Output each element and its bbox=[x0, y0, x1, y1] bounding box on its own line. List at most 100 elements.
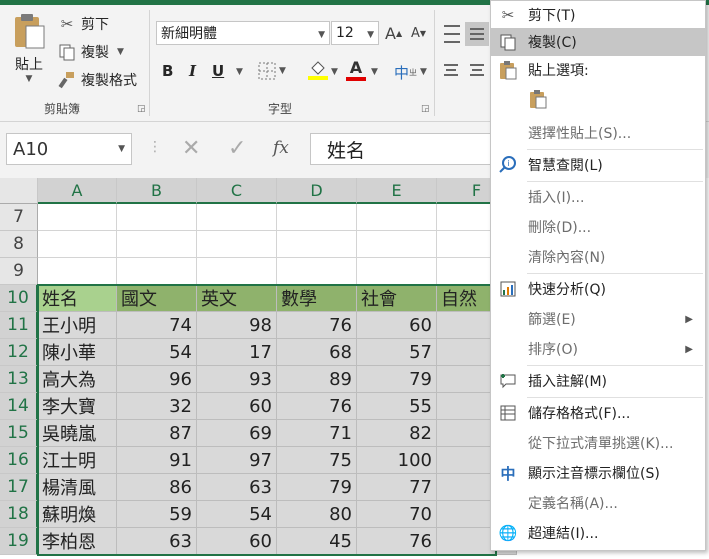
menu-item-10[interactable]: 快速分析(Q) bbox=[491, 275, 705, 303]
row-header[interactable]: 10 bbox=[0, 285, 38, 312]
enter-icon[interactable]: ✓ bbox=[228, 136, 246, 161]
table-cell[interactable] bbox=[197, 204, 277, 231]
table-cell[interactable]: 91 bbox=[117, 447, 197, 474]
row-header[interactable]: 11 bbox=[0, 312, 38, 339]
font-name-select[interactable]: 新細明體 ▼ bbox=[156, 21, 330, 45]
table-cell[interactable] bbox=[38, 258, 117, 285]
table-cell[interactable] bbox=[277, 258, 357, 285]
borders-button[interactable]: ▼ bbox=[258, 62, 286, 80]
decrease-font-button[interactable]: A ▼ bbox=[411, 26, 426, 41]
menu-item-16[interactable]: 中顯示注音標示欄位(S) bbox=[491, 459, 705, 487]
table-cell[interactable]: 蘇明煥 bbox=[38, 501, 117, 528]
select-all-corner[interactable] bbox=[0, 178, 38, 204]
menu-item-13[interactable]: 插入註解(M) bbox=[491, 367, 705, 395]
table-cell[interactable]: 32 bbox=[117, 393, 197, 420]
table-cell[interactable] bbox=[357, 231, 437, 258]
table-cell[interactable]: 69 bbox=[197, 420, 277, 447]
table-cell[interactable]: 李柏恩 bbox=[38, 528, 117, 555]
name-box[interactable]: A10 ▼ bbox=[6, 133, 132, 165]
header-cell[interactable]: 英文 bbox=[197, 285, 277, 312]
table-cell[interactable]: 80 bbox=[277, 501, 357, 528]
table-cell[interactable]: 98 bbox=[197, 312, 277, 339]
column-header-c[interactable]: C bbox=[197, 178, 277, 204]
dialog-launcher-icon[interactable]: ◲ bbox=[421, 104, 430, 114]
table-cell[interactable]: 87 bbox=[117, 420, 197, 447]
header-cell[interactable]: 國文 bbox=[117, 285, 197, 312]
row-header[interactable]: 16 bbox=[0, 447, 38, 474]
table-cell[interactable]: 100 bbox=[357, 447, 437, 474]
table-cell[interactable] bbox=[197, 258, 277, 285]
menu-item-18[interactable]: 🌐 超連結(I)... bbox=[491, 519, 705, 547]
row-header[interactable]: 19 bbox=[0, 528, 38, 555]
menu-item-2[interactable]: 複製(C) bbox=[491, 28, 705, 56]
menu-item-14[interactable]: 儲存格格式(F)... bbox=[491, 399, 705, 427]
menu-item-9[interactable]: 清除內容(N) bbox=[491, 243, 705, 271]
table-cell[interactable]: 97 bbox=[197, 447, 277, 474]
table-cell[interactable] bbox=[357, 204, 437, 231]
table-cell[interactable]: 63 bbox=[197, 474, 277, 501]
insert-function-button[interactable]: fx bbox=[273, 138, 289, 158]
table-cell[interactable] bbox=[117, 204, 197, 231]
row-header[interactable]: 12 bbox=[0, 339, 38, 366]
menu-item-15[interactable]: 從下拉式清單挑選(K)... bbox=[491, 429, 705, 457]
table-cell[interactable]: 77 bbox=[357, 474, 437, 501]
cancel-icon[interactable]: ✕ bbox=[182, 136, 200, 161]
table-cell[interactable]: 79 bbox=[357, 366, 437, 393]
menu-item-8[interactable]: 刪除(D)... bbox=[491, 213, 705, 241]
phonetic-button[interactable]: 中ㄓ bbox=[394, 62, 417, 83]
cut-button[interactable]: ✂ 剪下 bbox=[58, 13, 109, 35]
fill-color-button[interactable] bbox=[308, 60, 328, 80]
table-cell[interactable]: 60 bbox=[197, 528, 277, 555]
table-cell[interactable]: 54 bbox=[117, 339, 197, 366]
table-cell[interactable]: 陳小華 bbox=[38, 339, 117, 366]
column-header-a[interactable]: A bbox=[38, 178, 117, 204]
row-header[interactable]: 13 bbox=[0, 366, 38, 393]
font-color-button[interactable]: A bbox=[346, 58, 366, 81]
chevron-down-icon[interactable]: ▼ bbox=[236, 67, 243, 77]
underline-button[interactable]: U bbox=[212, 62, 224, 80]
menu-item-6[interactable]: i 智慧查閱(L) bbox=[491, 151, 705, 179]
table-cell[interactable]: 89 bbox=[277, 366, 357, 393]
font-size-select[interactable]: 12 ▼ bbox=[331, 21, 379, 45]
header-cell[interactable]: 姓名 bbox=[38, 285, 117, 312]
menu-item-1[interactable]: ✂ 剪下(T) bbox=[491, 1, 705, 29]
table-cell[interactable]: 60 bbox=[357, 312, 437, 339]
format-painter-button[interactable]: 複製格式 bbox=[58, 69, 137, 91]
menu-item-3[interactable]: 貼上選項: bbox=[491, 56, 705, 84]
column-header-d[interactable]: D bbox=[277, 178, 357, 204]
table-cell[interactable]: 74 bbox=[117, 312, 197, 339]
table-cell[interactable] bbox=[38, 204, 117, 231]
table-cell[interactable]: 70 bbox=[357, 501, 437, 528]
table-cell[interactable]: 75 bbox=[277, 447, 357, 474]
table-cell[interactable]: 76 bbox=[277, 312, 357, 339]
table-cell[interactable]: 楊清風 bbox=[38, 474, 117, 501]
align-top-button[interactable] bbox=[442, 25, 462, 43]
table-cell[interactable]: 86 bbox=[117, 474, 197, 501]
menu-item-12[interactable]: 排序(O) ▶ bbox=[491, 335, 705, 363]
table-cell[interactable] bbox=[38, 231, 117, 258]
paste-button[interactable]: 貼上 ▼ bbox=[8, 12, 50, 92]
row-header[interactable]: 15 bbox=[0, 420, 38, 447]
chevron-down-icon[interactable]: ▼ bbox=[371, 67, 378, 77]
table-cell[interactable] bbox=[117, 231, 197, 258]
table-cell[interactable]: 76 bbox=[357, 528, 437, 555]
align-middle-button[interactable] bbox=[465, 22, 489, 46]
column-header-e[interactable]: E bbox=[357, 178, 437, 204]
table-cell[interactable]: 93 bbox=[197, 366, 277, 393]
header-cell[interactable]: 數學 bbox=[277, 285, 357, 312]
bold-button[interactable]: B bbox=[162, 62, 176, 80]
table-cell[interactable] bbox=[277, 204, 357, 231]
table-cell[interactable]: 李大寶 bbox=[38, 393, 117, 420]
copy-button[interactable]: 複製 ▼ bbox=[58, 41, 124, 63]
table-cell[interactable] bbox=[197, 231, 277, 258]
header-cell[interactable]: 社會 bbox=[357, 285, 437, 312]
row-header[interactable]: 9 bbox=[0, 258, 38, 285]
table-cell[interactable] bbox=[357, 258, 437, 285]
table-cell[interactable] bbox=[117, 258, 197, 285]
menu-item-5[interactable]: 選擇性貼上(S)... bbox=[491, 119, 705, 147]
table-cell[interactable]: 71 bbox=[277, 420, 357, 447]
table-cell[interactable]: 55 bbox=[357, 393, 437, 420]
menu-item-7[interactable]: 插入(I)... bbox=[491, 183, 705, 211]
row-header[interactable]: 17 bbox=[0, 474, 38, 501]
table-cell[interactable]: 82 bbox=[357, 420, 437, 447]
